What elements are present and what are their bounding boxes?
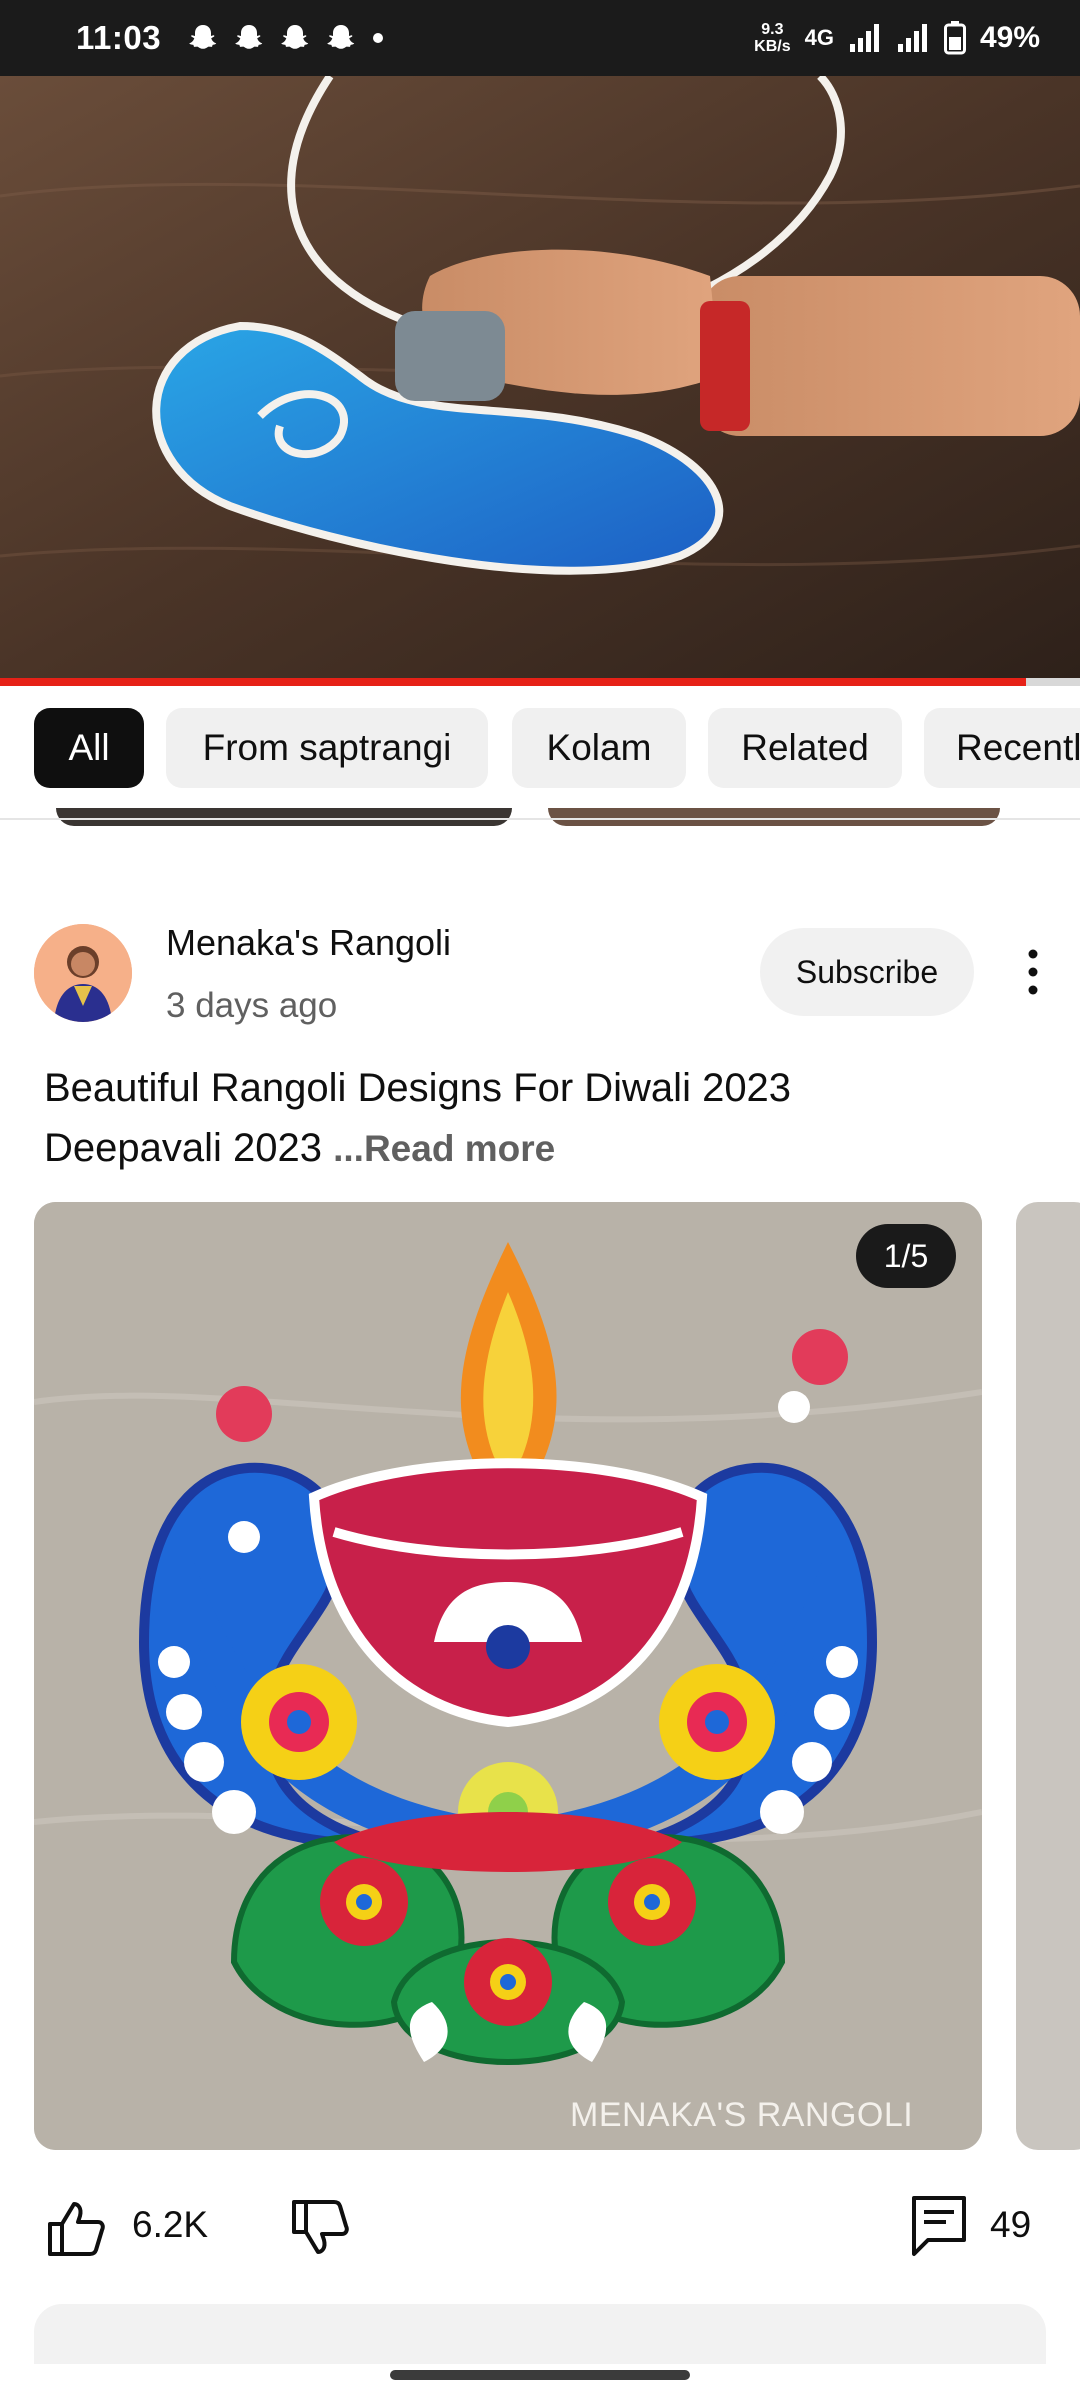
battery-icon [943,21,966,55]
subscribe-button[interactable]: Subscribe [760,928,974,1016]
snapchat-icon [327,25,355,49]
status-right: 9.3 KB/s 4G 49% [754,21,1040,55]
image-watermark: MENAKA'S RANGOLI [570,2096,914,2134]
like-icon[interactable] [44,2196,108,2260]
notification-icons [187,22,384,54]
net-speed-unit: KB/s [754,38,791,55]
post-text-line2-text: Deepavali 2023 [44,1126,322,1170]
previous-item-peek [548,808,1000,826]
home-indicator[interactable] [390,2370,690,2380]
filter-chips: All From saptrangi Kolam Related Recentl [0,706,1080,790]
video-progress-fill [0,678,1026,686]
chip-related[interactable]: Related [708,708,902,788]
snapchat-icon [235,25,263,49]
status-time: 11:03 [76,19,162,56]
post-text-line2: Deepavali 2023 ...Read more [44,1118,1044,1179]
more-options-icon[interactable] [1014,946,1052,998]
next-image-peek[interactable] [1016,1202,1080,2150]
chip-all[interactable]: All [34,708,144,788]
notification-dot-icon [373,33,384,43]
read-more-link[interactable]: ...Read more [333,1128,555,1169]
post-text[interactable]: Beautiful Rangoli Designs For Diwali 202… [44,1058,1044,1179]
video-frame [0,76,1080,678]
signal-icon [849,24,879,52]
snapchat-icon [281,25,309,49]
network-type: 4G [804,25,834,50]
video-progress-bar[interactable] [0,678,1080,686]
video-player[interactable] [0,76,1080,678]
status-bar: 11:03 9.3 KB/s 4G 49% [0,0,1080,76]
avatar-image [34,924,132,1022]
rangoli-image [34,1202,982,2150]
chip-kolam[interactable]: Kolam [512,708,686,788]
signal-icon [897,24,927,52]
net-speed: 9.3 KB/s [754,21,790,55]
previous-item-peek [56,808,512,826]
chip-from-saptrangi[interactable]: From saptrangi [166,708,488,788]
image-counter-badge: 1/5 [856,1224,956,1288]
channel-name[interactable]: Menaka's Rangoli [166,922,451,964]
battery-percent: 49% [979,21,1040,54]
chip-recently[interactable]: Recentl [924,708,1080,788]
post-image[interactable] [34,1202,982,2150]
next-post-card [34,2304,1046,2364]
comment-count: 49 [990,2204,1032,2245]
like-count: 6.2K [132,2204,209,2245]
divider [0,818,1080,820]
post-time: 3 days ago [166,986,338,1025]
channel-avatar[interactable] [34,924,132,1022]
snapchat-icon [189,25,217,49]
comment-icon[interactable] [910,2194,968,2258]
net-speed-value: 9.3 [761,21,784,38]
post-text-line1: Beautiful Rangoli Designs For Diwali 202… [44,1066,792,1110]
dislike-icon[interactable] [288,2196,352,2260]
